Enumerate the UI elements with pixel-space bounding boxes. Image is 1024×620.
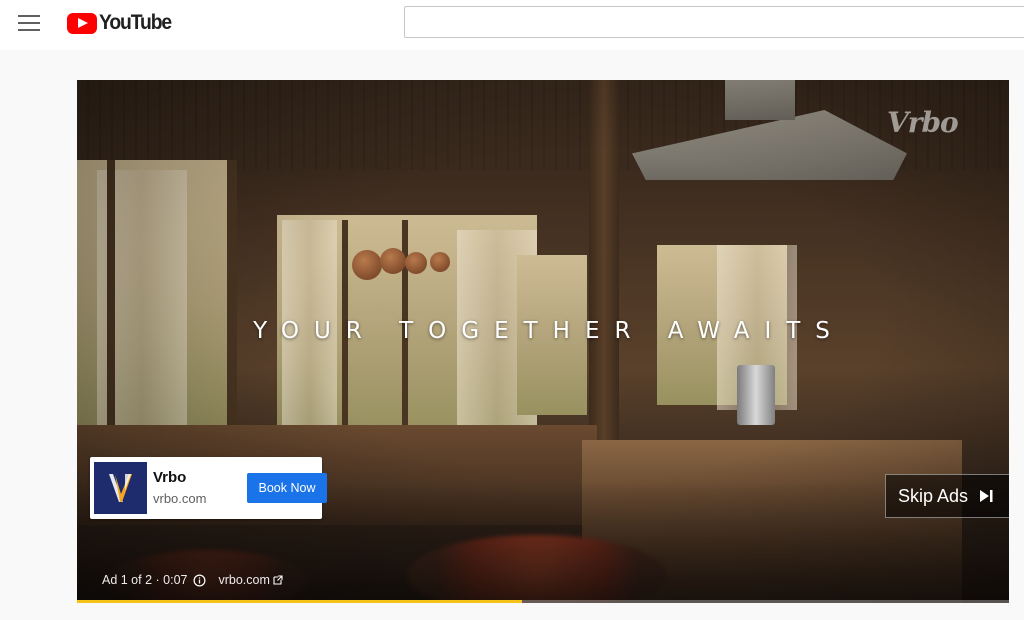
external-link-icon — [273, 575, 283, 585]
book-now-button[interactable]: Book Now — [247, 473, 327, 503]
info-icon[interactable] — [193, 574, 206, 587]
video-headline: YOUR TOGETHER AWAITS — [253, 318, 845, 344]
vrbo-v-icon — [108, 474, 132, 502]
ad-card[interactable]: Vrbo vrbo.com Book Now — [90, 457, 327, 519]
advertiser-link-label: vrbo.com — [218, 573, 270, 587]
ad-position-text: Ad 1 of 2 · 0:07 — [102, 573, 188, 587]
advertiser-link[interactable]: vrbo.com — [218, 573, 283, 587]
video-player[interactable]: Vrbo YOUR TOGETHER AWAITS Vrbo vrbo.com … — [77, 80, 1009, 603]
ad-info-bar: Ad 1 of 2 · 0:07 vrbo.com — [102, 573, 283, 587]
ad-progress-bar[interactable] — [77, 600, 1009, 603]
skip-ads-label: Skip Ads — [898, 485, 969, 506]
search-input[interactable] — [404, 6, 1024, 38]
skip-next-icon — [978, 488, 994, 504]
advertiser-name[interactable]: Vrbo — [153, 469, 186, 486]
vrbo-logo-thumbnail[interactable] — [94, 462, 147, 514]
masthead: YouTube — [0, 0, 1024, 50]
brand-watermark: Vrbo — [887, 106, 959, 139]
logo-text: YouTube — [99, 11, 172, 34]
youtube-play-icon — [67, 12, 97, 34]
youtube-logo[interactable]: YouTube — [67, 11, 177, 35]
advertiser-url[interactable]: vrbo.com — [153, 491, 206, 506]
ad-progress-fill — [77, 600, 522, 603]
menu-icon[interactable] — [18, 15, 40, 33]
skip-ads-button[interactable]: Skip Ads — [885, 474, 1009, 518]
